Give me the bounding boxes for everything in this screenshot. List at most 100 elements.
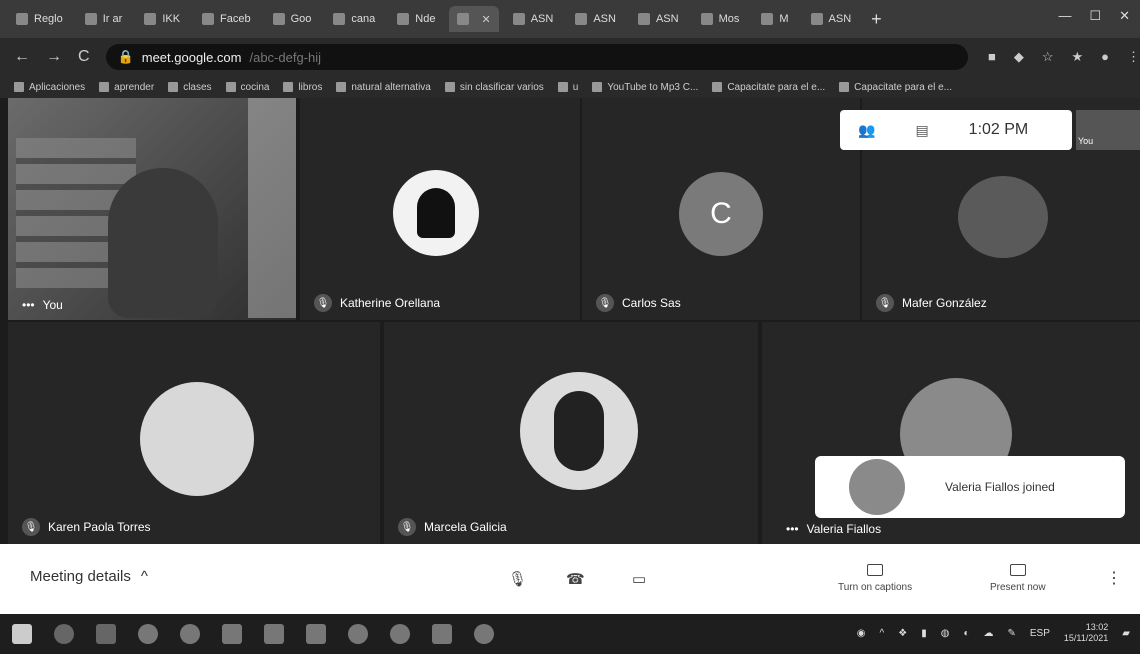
app-icon[interactable] xyxy=(222,624,242,644)
present-now-button[interactable]: Present now xyxy=(990,564,1046,593)
more-options-icon[interactable]: ••• xyxy=(22,298,35,312)
url-domain: meet.google.com xyxy=(141,49,242,65)
participant-tile-marcela[interactable]: 🎙 Marcela Galicia xyxy=(384,322,758,544)
bookmark-item[interactable]: YouTube to Mp3 C... xyxy=(592,82,698,93)
participant-tile-karen[interactable]: 🎙 Karen Paola Torres xyxy=(8,322,380,544)
tab-4[interactable]: Goo xyxy=(265,6,320,32)
word-icon[interactable] xyxy=(432,624,452,644)
bookmark-label: natural alternativa xyxy=(351,81,431,93)
participant-tile-carlos[interactable]: C 🎙 Carlos Sas xyxy=(582,98,860,320)
bookmark-item[interactable]: Capacitate para el e... xyxy=(839,82,952,93)
dropbox-icon[interactable]: ❖ xyxy=(898,628,907,639)
new-tab-button[interactable]: + xyxy=(871,9,882,30)
tab-7-active[interactable]: ✕ xyxy=(449,6,499,32)
participant-label: ••• Valeria Fiallos xyxy=(786,522,881,536)
page-icon xyxy=(712,82,723,92)
search-icon[interactable] xyxy=(54,624,74,644)
reload-icon[interactable]: C xyxy=(78,48,90,66)
task-view-icon[interactable] xyxy=(96,624,116,644)
menu-icon[interactable]: ⋮ xyxy=(1127,49,1140,65)
forward-icon[interactable]: → xyxy=(46,48,62,66)
avatar-initial: C xyxy=(710,197,732,230)
bookmark-item[interactable]: Capacitate para el e... xyxy=(712,82,825,93)
chevron-up-icon[interactable]: ^ xyxy=(880,628,885,639)
bookmark-item[interactable]: sin clasificar varios xyxy=(444,82,544,93)
tab-5[interactable]: cana xyxy=(325,6,383,32)
app-icon[interactable] xyxy=(264,624,284,644)
self-video-tile[interactable]: ••• You xyxy=(8,98,296,320)
hang-up-button[interactable]: ☎ xyxy=(566,570,585,588)
self-mini-preview[interactable]: You xyxy=(1076,110,1140,150)
notifications-icon[interactable]: ▰ xyxy=(1122,628,1130,639)
folder-icon xyxy=(99,82,110,92)
tab-12[interactable]: M xyxy=(753,6,796,32)
volume-icon[interactable]: ◐ xyxy=(963,628,969,639)
battery-icon[interactable]: ▮ xyxy=(921,628,927,639)
app-icon[interactable] xyxy=(180,624,200,644)
windows-start-icon[interactable] xyxy=(12,624,32,644)
close-tab-icon[interactable]: ✕ xyxy=(481,13,490,26)
captions-button[interactable]: Turn on captions xyxy=(838,564,912,593)
tray-app-icon[interactable]: ◉ xyxy=(857,628,866,639)
tab-2[interactable]: IKK xyxy=(136,6,188,32)
tab-3[interactable]: Faceb xyxy=(194,6,259,32)
avatar xyxy=(140,382,254,496)
folder-icon xyxy=(444,82,455,92)
app-icon[interactable] xyxy=(306,624,326,644)
pen-icon[interactable]: ✎ xyxy=(1008,628,1016,639)
app-icon[interactable] xyxy=(474,624,494,644)
avatar xyxy=(393,170,479,256)
bookmark-item[interactable]: u xyxy=(557,82,578,93)
tab-0[interactable]: Reglo xyxy=(8,6,71,32)
user-silhouette-icon xyxy=(417,188,455,238)
whatsapp-icon[interactable] xyxy=(390,624,410,644)
people-icon[interactable]: 👥 xyxy=(858,122,875,139)
bookmark-item[interactable]: cocina xyxy=(225,82,269,93)
tab-8[interactable]: ASN xyxy=(505,6,562,32)
chrome-icon[interactable] xyxy=(138,624,158,644)
tab-label: ASN xyxy=(593,13,616,25)
tab-label: M xyxy=(779,13,789,25)
close-window-icon[interactable]: ✕ xyxy=(1119,8,1130,24)
minimize-icon[interactable]: — xyxy=(1058,8,1071,24)
maximize-icon[interactable]: ☐ xyxy=(1089,8,1101,24)
folder-icon xyxy=(336,82,347,92)
mic-button[interactable]: 🎙 xyxy=(508,570,527,588)
bookmark-item[interactable]: clases xyxy=(168,82,212,93)
cloud-icon[interactable]: ☁ xyxy=(984,628,994,639)
bookmark-item[interactable]: libros xyxy=(283,82,322,93)
tab-13[interactable]: ASN xyxy=(803,6,860,32)
clock[interactable]: 13:02 15/11/2021 xyxy=(1064,622,1108,644)
tab-9[interactable]: ASN xyxy=(567,6,624,32)
favicon-icon xyxy=(16,13,28,25)
mic-off-icon: 🎙 xyxy=(314,294,332,312)
camera-button[interactable]: ▭ xyxy=(632,570,646,588)
camera-icon[interactable]: ■ xyxy=(988,49,996,65)
window-controls: — ☐ ✕ xyxy=(1058,8,1130,24)
url-path: /abc-defg-hij xyxy=(249,49,322,65)
app-icon[interactable] xyxy=(348,624,368,644)
puzzle-icon[interactable]: ★ xyxy=(1071,49,1083,65)
address-bar[interactable]: 🔒 meet.google.com/abc-defg-hij xyxy=(105,44,968,70)
tab-6[interactable]: Nde xyxy=(389,6,443,32)
star-icon[interactable]: ☆ xyxy=(1042,49,1054,65)
bookmark-item[interactable]: natural alternativa xyxy=(336,82,431,93)
meeting-details-button[interactable]: Meeting details ^ xyxy=(30,568,148,585)
language-indicator[interactable]: ESP xyxy=(1030,628,1050,639)
chat-icon[interactable]: ▤ xyxy=(915,122,928,139)
tab-1[interactable]: Ir ar xyxy=(77,6,131,32)
bookmark-item[interactable]: Aplicaciones xyxy=(14,82,85,93)
extension-icon[interactable]: ◆ xyxy=(1014,49,1024,65)
extensions-area: ■ ◆ ☆ ★ ● ⋮ xyxy=(988,49,1140,65)
participant-tile-katherine[interactable]: 🎙 Katherine Orellana xyxy=(300,98,580,320)
tab-11[interactable]: Mos xyxy=(693,6,748,32)
more-options-icon[interactable]: ⋮ xyxy=(1106,568,1122,588)
network-icon[interactable]: ◍ xyxy=(941,628,950,639)
more-options-icon[interactable]: ••• xyxy=(786,522,799,536)
profile-avatar[interactable]: ● xyxy=(1101,49,1109,65)
tab-10[interactable]: ASN xyxy=(630,6,687,32)
bookmark-item[interactable]: aprender xyxy=(99,82,154,93)
tab-label: ASN xyxy=(655,13,679,25)
back-icon[interactable]: ← xyxy=(14,48,30,66)
favicon-icon xyxy=(761,13,774,25)
